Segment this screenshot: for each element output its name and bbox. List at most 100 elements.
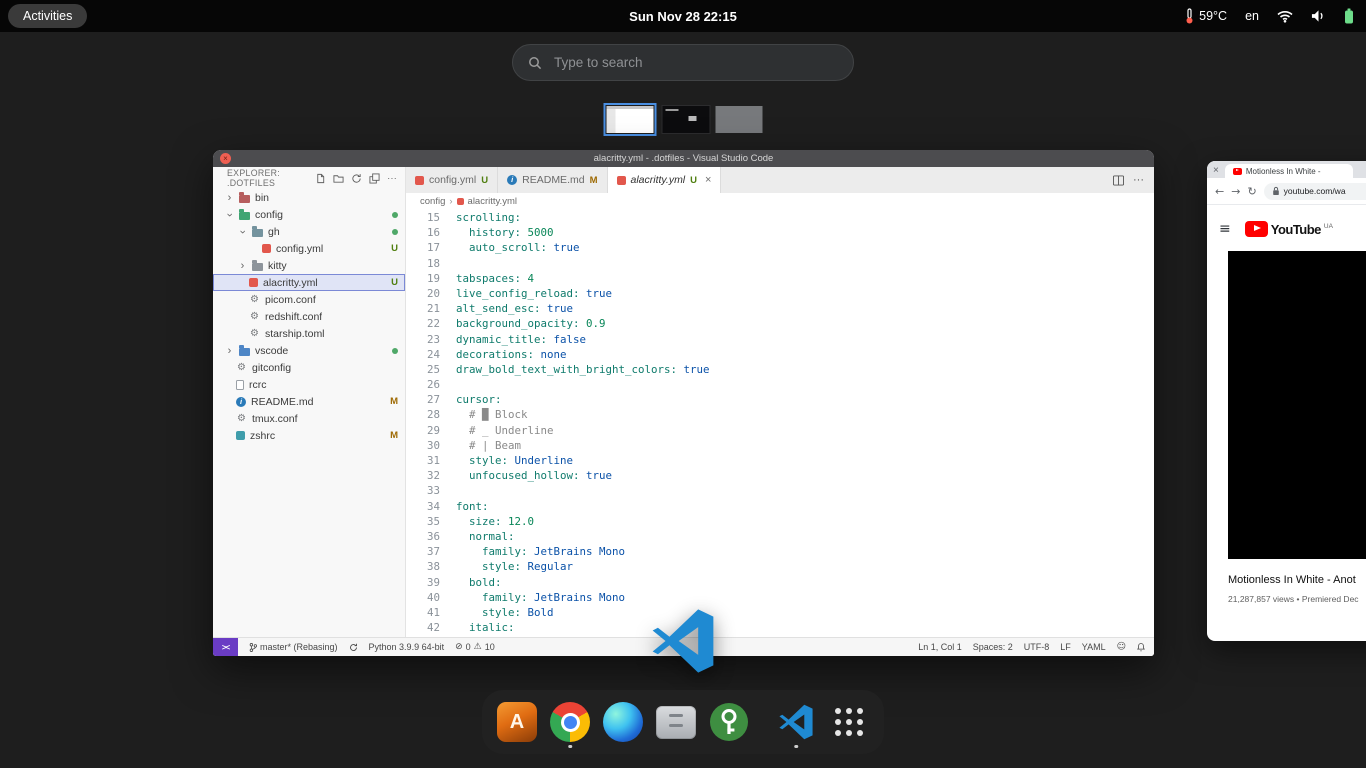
lock-icon bbox=[1272, 186, 1280, 196]
python-interpreter[interactable]: Python 3.9.9 64-bit bbox=[369, 642, 445, 652]
line-number: 35 bbox=[406, 514, 440, 529]
address-bar[interactable]: youtube.com/wa bbox=[1264, 183, 1366, 200]
new-folder-icon[interactable] bbox=[333, 173, 344, 184]
tree-item-config[interactable]: › config bbox=[213, 206, 405, 223]
warning-icon: ⚠ bbox=[474, 642, 482, 652]
tree-item-gitconfig[interactable]: ⚙gitconfig bbox=[213, 359, 405, 376]
settings-file-icon: ⚙ bbox=[249, 312, 260, 322]
notifications-icon[interactable] bbox=[1137, 642, 1145, 653]
forward-button[interactable]: → bbox=[1231, 185, 1240, 198]
reload-button[interactable]: ↻ bbox=[1247, 185, 1256, 198]
hamburger-menu-icon[interactable]: ≡ bbox=[1219, 221, 1231, 237]
close-tab-icon[interactable]: × bbox=[1213, 163, 1219, 178]
tree-item-starship.toml[interactable]: ⚙starship.toml bbox=[213, 325, 405, 342]
breadcrumb[interactable]: config › alacritty.yml bbox=[406, 193, 1154, 209]
dock-item-alacritty[interactable]: A bbox=[496, 695, 538, 749]
code-line: 36 normal: bbox=[406, 529, 1154, 544]
tree-item-kitty[interactable]: ›kitty bbox=[213, 257, 405, 274]
tree-item-tmux.conf[interactable]: ⚙tmux.conf bbox=[213, 410, 405, 427]
eol[interactable]: LF bbox=[1060, 642, 1071, 652]
encoding[interactable]: UTF-8 bbox=[1024, 642, 1050, 652]
chevron-icon: › bbox=[225, 345, 234, 357]
dock-item-chrome[interactable] bbox=[549, 695, 591, 749]
collapse-all-icon[interactable] bbox=[369, 173, 380, 184]
chrome-tab-strip: × Motionless In White - bbox=[1207, 161, 1366, 178]
chrome-toolbar: ← → ↻ youtube.com/wa bbox=[1207, 178, 1366, 205]
more-actions-icon[interactable]: ··· bbox=[387, 173, 397, 183]
keyboard-layout[interactable]: en bbox=[1245, 9, 1259, 23]
tab-label: README.md bbox=[522, 174, 584, 186]
sync-icon[interactable] bbox=[349, 642, 358, 653]
battery-icon bbox=[1344, 8, 1354, 24]
cursor-position[interactable]: Ln 1, Col 1 bbox=[918, 642, 962, 652]
dock-item-keepassxc[interactable] bbox=[708, 695, 750, 749]
problems-indicator[interactable]: ⊘ 0 ⚠ 10 bbox=[455, 642, 495, 652]
dock-item-vscode[interactable] bbox=[775, 695, 817, 749]
tree-item-config.yml[interactable]: config.ymlU bbox=[213, 240, 405, 257]
editor-tab-alacritty.yml[interactable]: alacritty.ymlU× bbox=[608, 167, 722, 193]
close-tab-icon[interactable]: × bbox=[705, 174, 711, 186]
explorer-header: EXPLORER: .DOTFILES bbox=[213, 167, 405, 189]
search-input[interactable] bbox=[552, 54, 838, 71]
split-editor-icon[interactable] bbox=[1113, 175, 1124, 186]
dock-item-app-grid[interactable] bbox=[828, 695, 870, 749]
tree-item-picom.conf[interactable]: ⚙picom.conf bbox=[213, 291, 405, 308]
clock[interactable]: Sun Nov 28 22:15 bbox=[629, 0, 737, 32]
file-name: gitconfig bbox=[252, 362, 291, 374]
window-close-button[interactable]: × bbox=[220, 153, 231, 164]
breadcrumb-file[interactable]: alacritty.yml bbox=[468, 196, 517, 207]
search-bar[interactable] bbox=[512, 44, 854, 81]
line-number: 23 bbox=[406, 332, 440, 347]
remote-indicator[interactable]: >< bbox=[213, 638, 238, 656]
editor-tab-README.md[interactable]: iREADME.mdM bbox=[498, 167, 607, 193]
tree-item-zshrc[interactable]: zshrcM bbox=[213, 427, 405, 444]
yaml-file-icon bbox=[457, 198, 464, 205]
yaml-file-icon bbox=[617, 176, 626, 185]
folder-icon bbox=[252, 229, 263, 237]
code-line: 32 unfocused_hollow: true bbox=[406, 468, 1154, 483]
line-number: 17 bbox=[406, 240, 440, 255]
line-number: 18 bbox=[406, 256, 440, 271]
tree-item-README.md[interactable]: iREADME.mdM bbox=[213, 393, 405, 410]
new-file-icon[interactable] bbox=[315, 173, 326, 184]
vscode-logo bbox=[650, 608, 716, 674]
editor-area: config.ymlUiREADME.mdMalacritty.ymlU× ··… bbox=[406, 167, 1154, 637]
editor-more-actions-icon[interactable]: ··· bbox=[1133, 174, 1144, 186]
dock-item-files[interactable] bbox=[655, 695, 697, 749]
refresh-icon[interactable] bbox=[351, 173, 362, 184]
code-line: 41 style: Bold bbox=[406, 605, 1154, 620]
back-button[interactable]: ← bbox=[1215, 185, 1224, 198]
youtube-logo[interactable]: YouTube UA bbox=[1245, 221, 1333, 237]
language-mode[interactable]: YAML bbox=[1082, 642, 1106, 652]
indentation[interactable]: Spaces: 2 bbox=[973, 642, 1013, 652]
breadcrumb-folder[interactable]: config bbox=[420, 196, 445, 207]
file-name: config bbox=[255, 209, 283, 221]
tree-item-redshift.conf[interactable]: ⚙redshift.conf bbox=[213, 308, 405, 325]
tree-item-bin[interactable]: ›bin bbox=[213, 189, 405, 206]
tree-item-rcrc[interactable]: rcrc bbox=[213, 376, 405, 393]
video-player[interactable] bbox=[1228, 251, 1366, 559]
vscode-titlebar[interactable]: × alacritty.yml - .dotfiles - Visual Stu… bbox=[213, 150, 1154, 167]
window-thumbnail-chrome[interactable] bbox=[662, 105, 711, 134]
chevron-icon: › bbox=[224, 210, 236, 219]
dock-item-edge[interactable] bbox=[602, 695, 644, 749]
tree-item-gh[interactable]: ›gh bbox=[213, 223, 405, 240]
alacritty-icon: A bbox=[497, 702, 537, 742]
activities-button[interactable]: Activities bbox=[8, 4, 87, 28]
git-status-badge: U bbox=[391, 277, 398, 288]
window-thumbnail-vscode[interactable] bbox=[604, 103, 657, 136]
chrome-tab[interactable]: Motionless In White - bbox=[1225, 164, 1353, 178]
temperature-indicator: 59°C bbox=[1185, 8, 1227, 24]
file-name: vscode bbox=[255, 345, 288, 357]
editor-tab-config.yml[interactable]: config.ymlU bbox=[406, 167, 498, 193]
system-tray[interactable]: 59°C en bbox=[1185, 0, 1354, 32]
code-line: 34font: bbox=[406, 499, 1154, 514]
code-editor[interactable]: 15scrolling:16 history: 500017 auto_scro… bbox=[406, 209, 1154, 637]
chevron-icon: › bbox=[225, 192, 234, 204]
line-number: 27 bbox=[406, 392, 440, 407]
feedback-icon[interactable]: ☺ bbox=[1117, 642, 1126, 652]
tree-item-vscode[interactable]: › vscode bbox=[213, 342, 405, 359]
git-branch[interactable]: master* (Rebasing) bbox=[249, 642, 338, 653]
tree-item-alacritty.yml[interactable]: alacritty.ymlU bbox=[213, 274, 405, 291]
window-thumbnail-other[interactable] bbox=[716, 106, 763, 133]
